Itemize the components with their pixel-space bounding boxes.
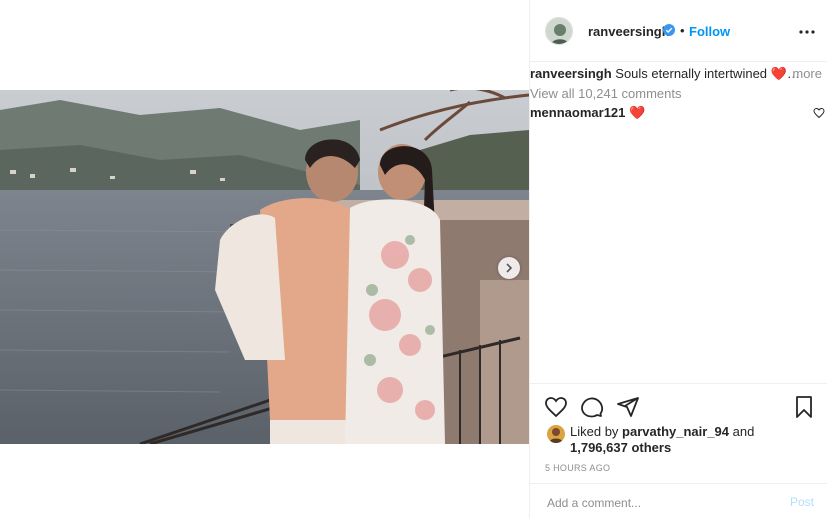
liked-by-conjunction: and <box>732 424 755 439</box>
post-comment-button[interactable]: Post <box>790 495 814 509</box>
follow-button[interactable]: Follow <box>689 24 730 39</box>
share-icon[interactable] <box>616 395 640 419</box>
save-icon[interactable] <box>792 395 816 419</box>
media-pane <box>0 0 529 518</box>
header-separator: • <box>680 23 685 38</box>
liker-avatar[interactable] <box>547 425 565 443</box>
avatar[interactable] <box>545 17 573 45</box>
more-options-icon[interactable] <box>798 25 816 39</box>
caption: ranveersingh Souls eternally intertwined… <box>530 66 827 82</box>
comment-like-icon[interactable] <box>813 107 825 119</box>
comment-item: mennaomar121 ❤️ <box>530 105 827 121</box>
carousel-next-button[interactable] <box>498 257 520 279</box>
add-comment-bar: Post <box>530 483 827 519</box>
couple-lake-photo <box>0 90 529 444</box>
caption-username[interactable]: ranveersingh <box>530 66 612 81</box>
liker-profile-picture <box>547 425 565 443</box>
liked-by-prefix: Liked by <box>570 424 619 439</box>
like-icon[interactable] <box>544 395 568 419</box>
liked-by-user-link[interactable]: parvathy_nair_94 <box>622 424 729 439</box>
likes-text: Liked by parvathy_nair_94 and 1,796,637 … <box>570 424 810 456</box>
post-header: ranveersingh • Follow <box>530 0 827 62</box>
caption-emoji: ❤️ <box>770 66 787 81</box>
verified-badge-icon <box>663 24 675 36</box>
caption-more-link[interactable]: more <box>792 66 822 81</box>
comment-icon[interactable] <box>580 395 604 419</box>
comment-username[interactable]: mennaomar121 <box>530 105 625 120</box>
post-details-pane: ranveersingh • Follow ranveersingh Souls… <box>529 0 827 518</box>
view-all-comments-link[interactable]: View all 10,241 comments <box>530 86 682 101</box>
chevron-right-icon <box>506 263 513 273</box>
post-timestamp[interactable]: 5 HOURS AGO <box>545 463 610 473</box>
add-comment-input[interactable] <box>545 492 769 514</box>
post-username[interactable]: ranveersingh <box>588 24 670 39</box>
caption-text: Souls eternally intertwined <box>615 66 768 81</box>
profile-picture <box>546 18 572 44</box>
post-photo[interactable] <box>0 90 529 444</box>
comment-text: ❤️ <box>629 105 646 120</box>
likes-count-link[interactable]: 1,796,637 others <box>570 440 671 455</box>
